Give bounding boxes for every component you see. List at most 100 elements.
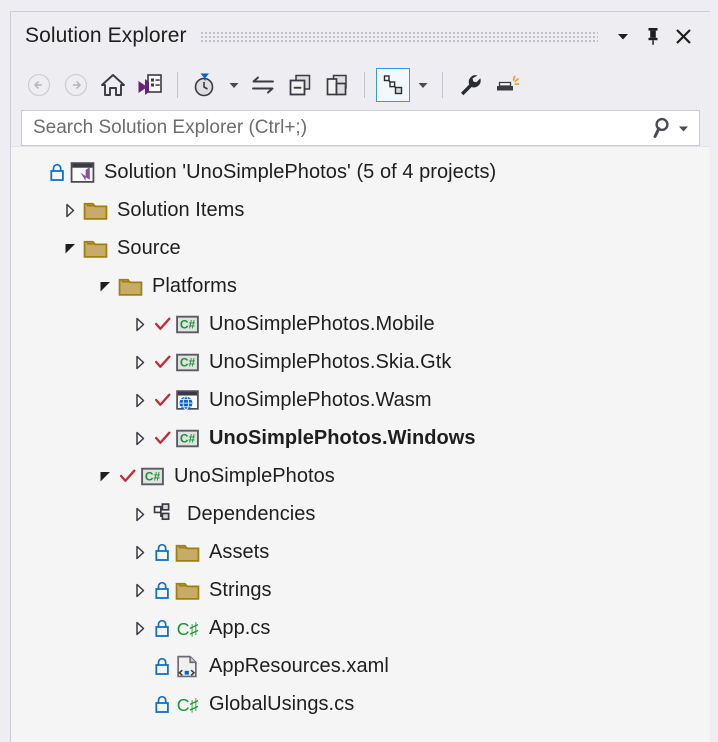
tree-item-label: UnoSimplePhotos.Windows: [209, 426, 476, 449]
view-designer-dropdown[interactable]: [413, 68, 433, 102]
sync-arrows-icon[interactable]: [245, 68, 281, 102]
drag-grip[interactable]: [200, 32, 598, 42]
tree-item-label: UnoSimplePhotos: [174, 464, 335, 487]
lock-icon: [152, 609, 174, 647]
tree-item-label: AppResources.xaml: [209, 654, 389, 677]
dropdown-icon[interactable]: [608, 21, 638, 51]
clock-filter-icon[interactable]: [187, 68, 223, 102]
tree-item[interactable]: Assets: [11, 533, 710, 571]
expander-collapsed-icon[interactable]: [130, 343, 152, 381]
collapse-all-icon[interactable]: [282, 68, 318, 102]
show-all-files-icon[interactable]: [319, 68, 355, 102]
solution-properties-icon[interactable]: [132, 68, 168, 102]
expander-collapsed-icon[interactable]: [130, 305, 152, 343]
csharp-file-icon: [174, 691, 200, 717]
folder-icon: [174, 539, 200, 565]
tree-item[interactable]: Source: [11, 229, 710, 267]
lock-icon: [152, 571, 174, 609]
csharp-project-icon: [174, 349, 200, 375]
wrench-icon[interactable]: [452, 68, 488, 102]
tree-item-label: App.cs: [209, 616, 271, 639]
pending-changes-dropdown[interactable]: [224, 68, 244, 102]
expander-collapsed-icon[interactable]: [60, 191, 82, 229]
solution-explorer-toolbar: [11, 60, 710, 110]
tree-item[interactable]: UnoSimplePhotos: [11, 457, 710, 495]
source-control-check-icon: [152, 381, 174, 419]
folder-icon: [117, 273, 143, 299]
expander-collapsed-icon[interactable]: [130, 419, 152, 457]
tree-item[interactable]: UnoSimplePhotos.Windows: [11, 419, 710, 457]
tree-item[interactable]: Platforms: [11, 267, 710, 305]
panel-title: Solution Explorer: [25, 24, 187, 47]
dependencies-icon: [152, 501, 178, 527]
expander-collapsed-icon[interactable]: [130, 533, 152, 571]
csharp-project-icon: [139, 463, 165, 489]
tree-item[interactable]: UnoSimplePhotos.Wasm: [11, 381, 710, 419]
panel-titlebar: Solution Explorer: [11, 12, 710, 60]
dependency-graph-icon[interactable]: [376, 68, 410, 102]
folder-icon: [174, 577, 200, 603]
source-control-check-icon: [152, 343, 174, 381]
back-button[interactable]: [21, 68, 57, 102]
expander-collapsed-icon[interactable]: [130, 495, 152, 533]
tree-item[interactable]: UnoSimplePhotos.Skia.Gtk: [11, 343, 710, 381]
close-icon[interactable]: [668, 21, 698, 51]
expander-collapsed-icon[interactable]: [130, 609, 152, 647]
pin-icon[interactable]: [638, 21, 668, 51]
search-box[interactable]: [21, 110, 700, 146]
tree-item-label: UnoSimplePhotos.Wasm: [209, 388, 432, 411]
tree-item-label: Platforms: [152, 274, 237, 297]
folder-icon: [82, 235, 108, 261]
solution-icon: [69, 159, 95, 185]
tree-item-label: Solution Items: [117, 198, 245, 221]
home-button[interactable]: [95, 68, 131, 102]
expander-placeholder: [25, 153, 47, 191]
expander-collapsed-icon[interactable]: [130, 381, 152, 419]
lock-icon: [152, 533, 174, 571]
tree-item-label: GlobalUsings.cs: [209, 692, 355, 715]
lock-icon: [47, 153, 69, 191]
expander-expanded-icon[interactable]: [95, 457, 117, 495]
forward-button[interactable]: [58, 68, 94, 102]
wasm-project-icon: [174, 387, 200, 413]
expander-placeholder: [130, 647, 152, 685]
toolbar-separator-3: [442, 72, 443, 98]
csharp-file-icon: [174, 615, 200, 641]
expander-expanded-icon[interactable]: [95, 267, 117, 305]
csharp-project-icon: [174, 425, 200, 451]
tree-item[interactable]: AppResources.xaml: [11, 647, 710, 685]
tree-item[interactable]: Solution 'UnoSimplePhotos' (5 of 4 proje…: [11, 153, 710, 191]
tree-item[interactable]: GlobalUsings.cs: [11, 685, 710, 723]
tree-item[interactable]: App.cs: [11, 609, 710, 647]
tree-item[interactable]: Strings: [11, 571, 710, 609]
xaml-file-icon: [174, 653, 200, 679]
expander-collapsed-icon[interactable]: [130, 571, 152, 609]
toolbar-separator-2: [364, 72, 365, 98]
lock-icon: [152, 685, 174, 723]
tree-item[interactable]: Dependencies: [11, 495, 710, 533]
tree-item[interactable]: Solution Items: [11, 191, 710, 229]
source-control-check-icon: [152, 419, 174, 457]
preview-selected-icon[interactable]: [489, 68, 525, 102]
tree-item-label: Solution 'UnoSimplePhotos' (5 of 4 proje…: [104, 160, 497, 183]
search-icon[interactable]: [648, 116, 693, 140]
tree-item[interactable]: UnoSimplePhotos.Mobile: [11, 305, 710, 343]
solution-tree[interactable]: Solution 'UnoSimplePhotos' (5 of 4 proje…: [11, 146, 710, 742]
search-input[interactable]: [33, 111, 648, 145]
tree-item-label: UnoSimplePhotos.Mobile: [209, 312, 435, 335]
solution-explorer-panel: Solution Explorer Search Solution Explor…: [10, 11, 710, 742]
expander-expanded-icon[interactable]: [60, 229, 82, 267]
